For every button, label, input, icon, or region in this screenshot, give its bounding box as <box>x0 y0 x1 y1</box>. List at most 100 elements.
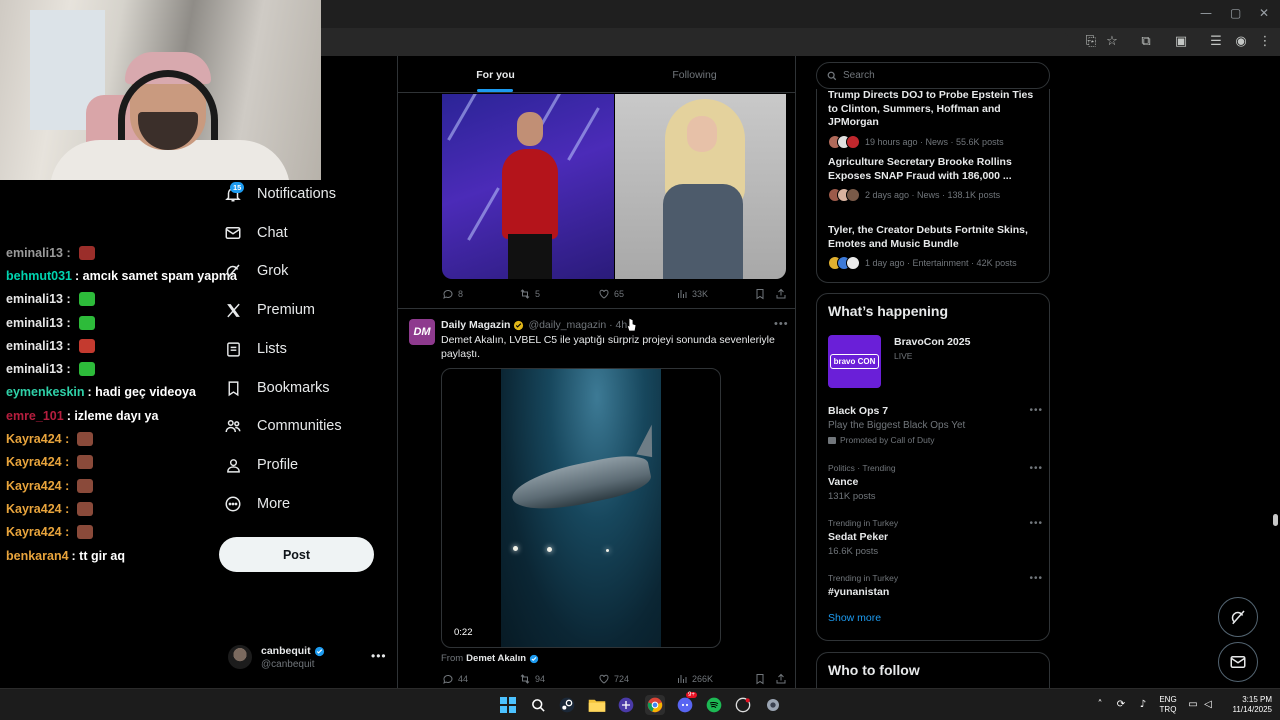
app-icon[interactable] <box>733 695 753 715</box>
trend-context: Politics · Trending <box>828 463 896 473</box>
language-indicator[interactable]: ENG TRQ <box>1156 689 1180 720</box>
scroll-thumb[interactable] <box>1273 514 1278 526</box>
more-icon[interactable]: ••• <box>1029 518 1043 529</box>
profile-avatar-icon[interactable]: ◉ <box>1232 33 1250 51</box>
event-thumbnail[interactable]: bravo CON <box>828 335 881 388</box>
clock[interactable]: 3:15 PM 11/14/2025 <box>1222 689 1272 720</box>
star-icon[interactable]: ☆ <box>1103 33 1121 51</box>
notification-badge: 9+ <box>686 692 697 698</box>
news-item[interactable]: Tyler, the Creator Debuts Fortnite Skins… <box>828 224 1043 270</box>
video-player[interactable]: 0:22 <box>441 368 721 648</box>
like-button[interactable]: 724 <box>598 673 629 685</box>
search-icon[interactable] <box>528 695 548 715</box>
source-name[interactable]: Demet Akalın <box>466 653 526 664</box>
sidebar-item-notifications[interactable]: 15 Notifications <box>222 179 336 209</box>
bravocon-logo: bravo CON <box>829 354 880 369</box>
windows-start-icon[interactable] <box>498 695 518 715</box>
account-switcher[interactable]: canbequit @canbequit ••• <box>228 643 388 675</box>
trend-posts: 131K posts <box>828 491 876 502</box>
repost-button[interactable]: 94 <box>519 673 545 685</box>
tweet-image[interactable] <box>442 94 614 279</box>
show-more-link[interactable]: Show more <box>828 612 881 624</box>
avatar[interactable]: DM <box>409 319 435 345</box>
spotify-icon[interactable] <box>704 695 724 715</box>
grok-float-button[interactable] <box>1218 597 1258 637</box>
reply-button[interactable]: 8 <box>442 288 463 300</box>
emote-icon <box>78 315 95 330</box>
sidebar-item-premium[interactable]: Premium <box>222 295 315 325</box>
news-item[interactable]: Agriculture Secretary Brooke Rollins Exp… <box>828 156 1043 202</box>
close-icon[interactable]: ✕ <box>1259 6 1269 20</box>
install-app-icon[interactable]: ⎘ <box>1082 33 1100 51</box>
search-input[interactable] <box>843 70 1023 81</box>
views-button[interactable]: 33K <box>676 288 708 300</box>
extensions-icon[interactable]: ⧉ <box>1137 33 1155 51</box>
news-item[interactable]: Trump Directs DOJ to Probe Epstein Ties … <box>828 89 1043 149</box>
discord-icon[interactable]: 9+ <box>675 692 697 715</box>
more-icon[interactable]: ••• <box>1029 405 1043 416</box>
minimize-icon[interactable]: — <box>1200 6 1212 20</box>
volume-icon[interactable]: ◁ <box>1202 699 1214 711</box>
views-button[interactable]: 266K <box>676 673 713 685</box>
chevron-up-icon[interactable]: ˄ <box>1094 699 1106 711</box>
sidebar-item-lists[interactable]: Lists <box>222 334 287 364</box>
more-icon[interactable]: ••• <box>371 649 387 663</box>
promoted-trend[interactable]: Black Ops 7 Play the Biggest Black Ops Y… <box>828 405 1043 445</box>
like-count: 65 <box>614 289 625 299</box>
like-button[interactable]: 65 <box>598 288 624 300</box>
more-icon[interactable]: ••• <box>1029 573 1043 584</box>
reading-list-icon[interactable]: ☰ <box>1207 33 1225 51</box>
settings-icon[interactable] <box>763 695 783 715</box>
repost-icon <box>520 674 530 684</box>
reply-icon <box>443 289 453 299</box>
sidebar-item-more[interactable]: More <box>222 489 290 519</box>
author-name[interactable]: Daily Magazin <box>441 319 510 331</box>
trend-item[interactable]: Trending in Turkey Sedat Peker 16.6K pos… <box>828 518 1043 557</box>
sidebar-item-chat[interactable]: Chat <box>222 218 288 248</box>
event-title[interactable]: BravoCon 2025 <box>894 336 970 348</box>
file-explorer-icon[interactable] <box>587 695 607 715</box>
news-meta-row: 19 hours ago · News · 55.6K posts <box>828 134 1043 149</box>
chat-message: Kayra424 : <box>6 497 246 520</box>
trend-item[interactable]: Politics · Trending Vance 131K posts ••• <box>828 463 1043 502</box>
trend-item[interactable]: Trending in Turkey #yunanistan ••• <box>828 573 1043 598</box>
steam-icon[interactable] <box>557 695 577 715</box>
bookmark-button[interactable] <box>754 288 770 300</box>
reply-button[interactable]: 44 <box>442 673 468 685</box>
split-view-icon[interactable]: ▣ <box>1172 33 1190 51</box>
more-circle-icon <box>222 493 244 515</box>
chrome-icon[interactable] <box>645 695 665 715</box>
maximize-icon[interactable]: ▢ <box>1230 6 1241 20</box>
list-icon <box>222 338 244 360</box>
sidebar-item-bookmarks[interactable]: Bookmarks <box>222 373 330 403</box>
app-icon[interactable] <box>616 695 636 715</box>
share-button[interactable] <box>775 288 791 300</box>
tab-following[interactable]: Following <box>597 56 792 93</box>
messages-float-button[interactable] <box>1218 642 1258 682</box>
repost-button[interactable]: 5 <box>519 288 540 300</box>
tweet-image[interactable] <box>615 94 786 279</box>
sync-icon[interactable]: ⟳ <box>1115 699 1127 711</box>
sidebar-item-profile[interactable]: Profile <box>222 450 298 480</box>
sidebar-item-communities[interactable]: Communities <box>222 411 342 441</box>
news-panel: Trump Directs DOJ to Probe Epstein Ties … <box>816 89 1050 283</box>
browser-menu-icon[interactable]: ⋮ <box>1256 33 1274 51</box>
tweet-text: Demet Akalın, LVBEL C5 ile yaptığı sürpr… <box>441 334 775 360</box>
news-avatars <box>828 256 860 270</box>
views-icon <box>678 675 687 683</box>
network-icon[interactable]: ▭ <box>1187 699 1199 711</box>
more-icon[interactable]: ••• <box>774 318 789 330</box>
chat-text: : amcık samet spam yapma <box>75 268 237 283</box>
microphone-icon[interactable]: ♪ <box>1137 699 1149 711</box>
tab-for-you[interactable]: For you <box>398 56 593 93</box>
more-icon[interactable]: ••• <box>1029 463 1043 474</box>
page-scrollbar[interactable] <box>1271 56 1280 688</box>
bookmark-button[interactable] <box>754 673 770 685</box>
trend-name: #yunanistan <box>828 586 890 598</box>
sidebar-item-grok[interactable]: Grok <box>222 256 288 286</box>
post-button[interactable]: Post <box>219 537 374 572</box>
search-box[interactable] <box>816 62 1050 89</box>
sidebar-item-label: Notifications <box>257 186 336 202</box>
address-bar[interactable] <box>310 31 1070 53</box>
share-button[interactable] <box>775 673 791 685</box>
